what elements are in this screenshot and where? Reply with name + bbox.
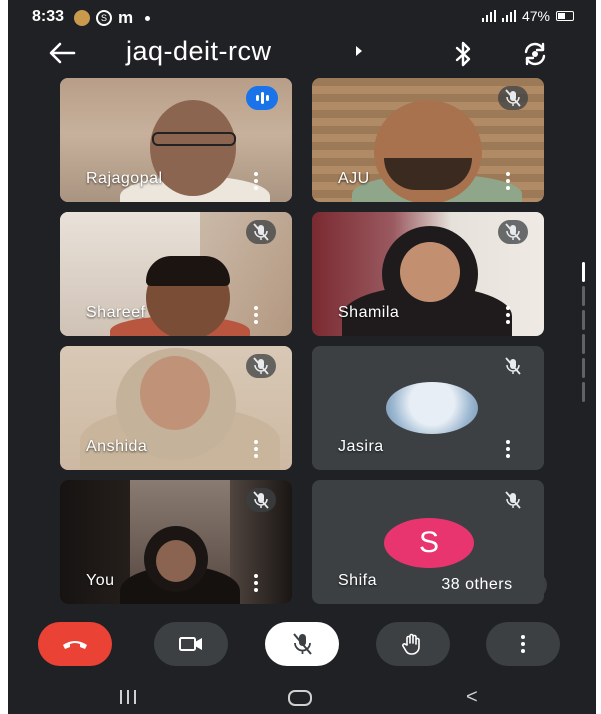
mic-off-icon — [293, 633, 312, 655]
more-options-icon[interactable] — [504, 306, 512, 324]
more-options-icon[interactable] — [504, 440, 512, 458]
vertical-dots-icon — [521, 635, 525, 653]
mic-off-icon — [498, 488, 528, 512]
more-options-icon[interactable] — [252, 306, 260, 324]
meeting-code[interactable]: jaq-deit-rcw — [126, 36, 272, 67]
microphone-button[interactable] — [265, 622, 339, 666]
back-arrow-icon[interactable] — [46, 38, 78, 68]
status-right: 47% — [481, 8, 574, 24]
mic-off-icon — [246, 488, 276, 512]
mic-off-icon — [498, 86, 528, 110]
phone-screen: 8:33 S m 47% jaq-deit-rcw Rajagopal AJU … — [8, 0, 596, 714]
mic-off-icon — [246, 220, 276, 244]
call-controls — [8, 612, 596, 676]
home-icon[interactable] — [288, 690, 312, 706]
participant-tile-shareef[interactable]: Shareef — [60, 212, 292, 336]
mic-off-icon — [498, 354, 528, 378]
notification-icons: S m — [74, 8, 151, 28]
m-notification-icon: m — [118, 8, 134, 27]
participant-name: AJU — [338, 170, 370, 187]
participant-name: You — [86, 572, 115, 589]
signal-icon — [481, 10, 496, 22]
avatar-initial: S — [384, 518, 474, 568]
signal-icon-2 — [501, 10, 516, 22]
participant-tile-jasira[interactable]: Jasira — [312, 346, 544, 470]
more-options-icon[interactable] — [504, 172, 512, 190]
participant-name: Shifa — [338, 572, 377, 589]
camera-button[interactable] — [154, 622, 228, 666]
bluetooth-icon[interactable] — [450, 40, 476, 68]
speaking-indicator-icon — [246, 86, 278, 110]
participant-tile-you[interactable]: You — [60, 480, 292, 604]
participant-name: Rajagopal — [86, 170, 163, 187]
end-call-button[interactable] — [38, 622, 112, 666]
participant-name: Anshida — [86, 438, 148, 455]
hand-icon — [402, 633, 420, 655]
battery-icon — [556, 11, 574, 21]
participant-name: Shareef — [86, 304, 146, 321]
more-options-icon[interactable] — [252, 440, 260, 458]
profile-photo-avatar — [386, 382, 478, 434]
video-camera-icon — [179, 637, 202, 651]
raise-hand-button[interactable] — [376, 622, 450, 666]
participant-name: Shamila — [338, 304, 400, 321]
participant-tile-anshida[interactable]: Anshida — [60, 346, 292, 470]
app-notification-icon — [74, 10, 90, 26]
hang-up-icon — [63, 641, 87, 649]
more-options-icon[interactable] — [252, 574, 260, 592]
mic-off-icon — [246, 354, 276, 378]
meeting-header: jaq-deit-rcw — [8, 34, 596, 74]
more-options-icon[interactable] — [252, 172, 260, 190]
battery-percent: 47% — [521, 8, 550, 24]
participant-tile-rajagopal[interactable]: Rajagopal — [60, 78, 292, 202]
s-notification-icon: S — [96, 10, 112, 26]
scroll-indicator[interactable] — [582, 262, 587, 422]
mic-off-icon — [498, 220, 528, 244]
recent-apps-icon[interactable] — [120, 690, 136, 704]
participant-tile-aju[interactable]: AJU — [312, 78, 544, 202]
more-notifications-icon — [145, 15, 151, 21]
system-nav-bar: < — [8, 676, 596, 714]
status-time: 8:33 — [32, 8, 65, 25]
more-options-button[interactable] — [486, 622, 560, 666]
participant-name: Jasira — [338, 438, 384, 455]
others-count-button[interactable]: 38 others — [407, 571, 547, 599]
caret-right-icon[interactable] — [356, 46, 362, 56]
nav-back-icon[interactable]: < — [466, 686, 478, 709]
switch-camera-icon[interactable] — [520, 40, 550, 68]
participant-tile-shamila[interactable]: Shamila — [312, 212, 544, 336]
status-bar: 8:33 S m 47% — [8, 0, 596, 34]
